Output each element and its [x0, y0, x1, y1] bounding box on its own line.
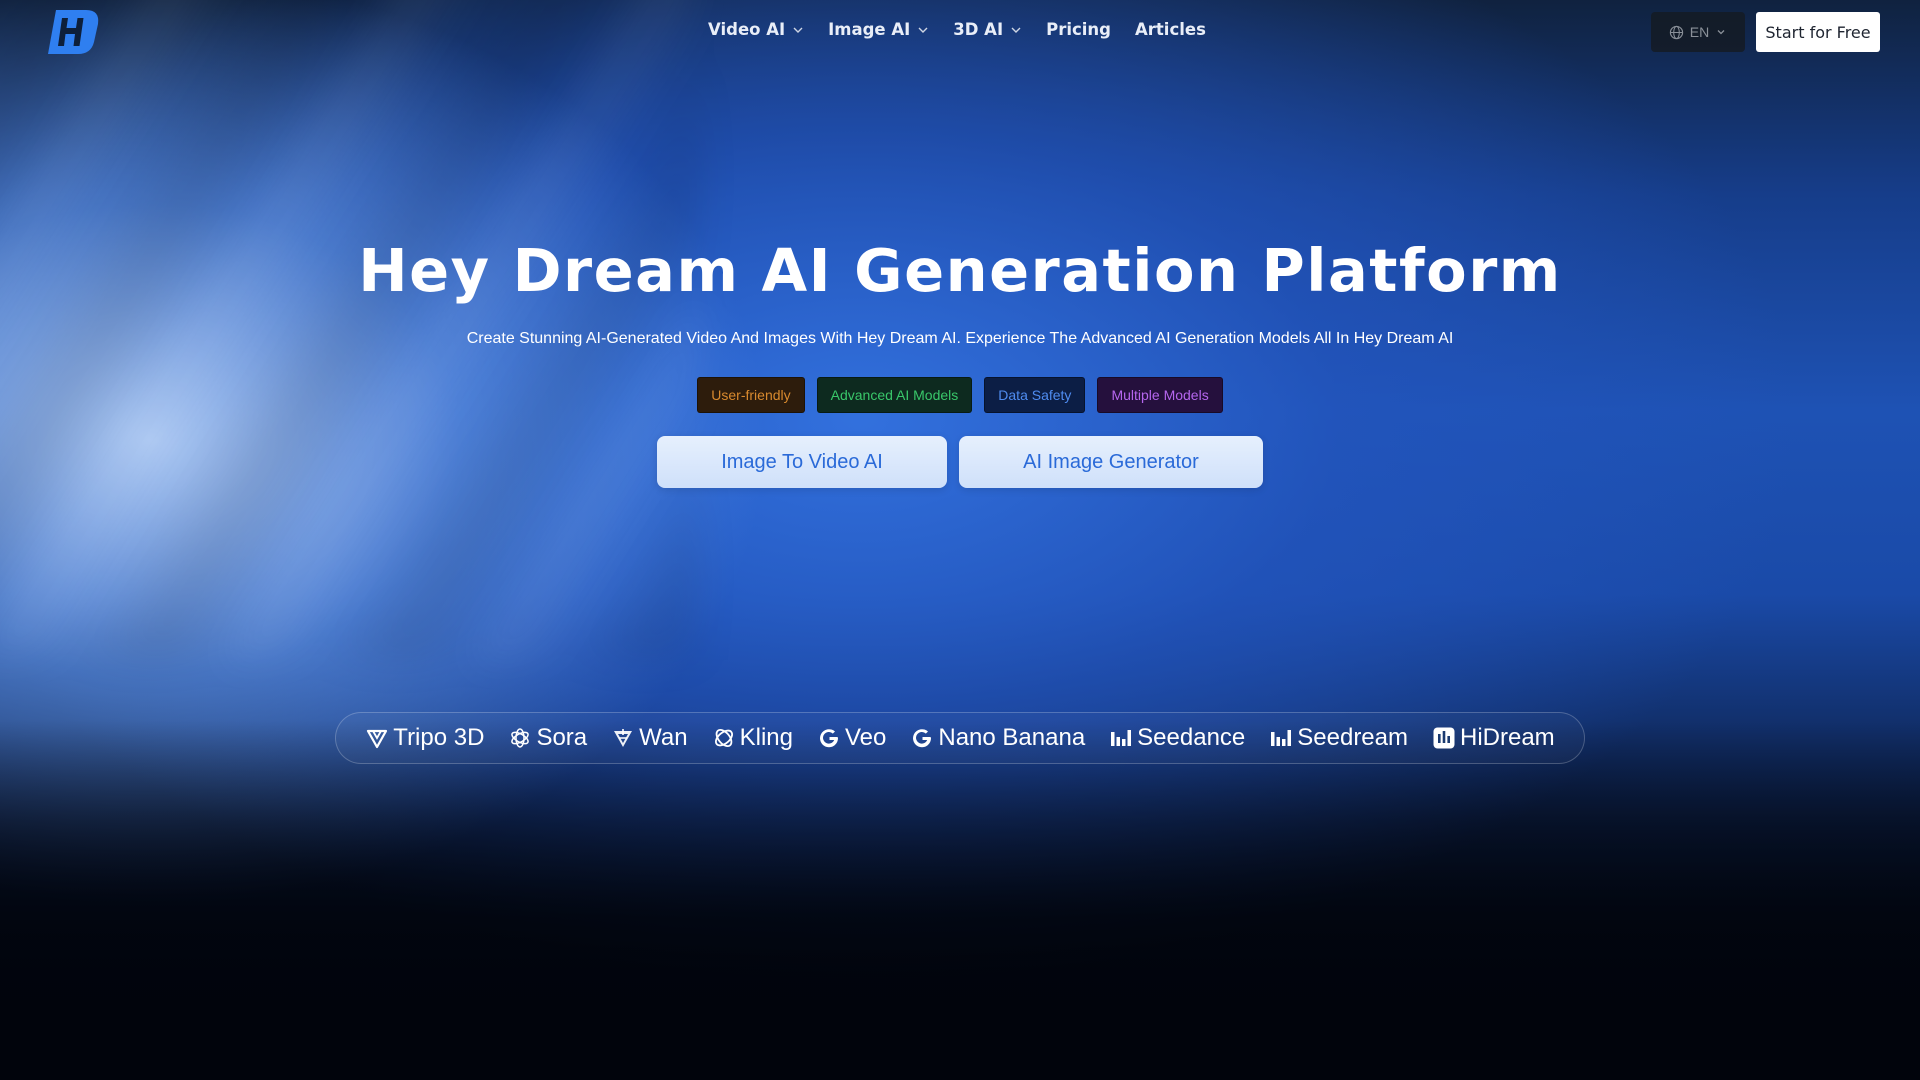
hero-subtitle: Create Stunning AI-Generated Video And I…: [466, 330, 1454, 347]
nav-3d-ai[interactable]: 3D AI: [953, 20, 1022, 39]
language-selector[interactable]: EN: [1651, 12, 1745, 52]
tag-multiple-models: Multiple Models: [1097, 377, 1223, 413]
nav-image-ai[interactable]: Image AI: [828, 20, 929, 39]
model-nano-banana[interactable]: Nano Banana: [910, 724, 1085, 752]
bytedance-icon: [1111, 730, 1132, 746]
wan-icon: [614, 729, 633, 747]
chevron-down-icon: [1717, 30, 1725, 35]
ai-image-generator-button[interactable]: AI Image Generator: [959, 436, 1263, 488]
start-for-free-button[interactable]: Start for Free: [1756, 12, 1880, 52]
feature-tags: User-friendly Advanced AI Models Data Sa…: [0, 377, 1920, 413]
model-name: Seedance: [1137, 724, 1246, 751]
main-nav: Video AI Image AI 3D AI Pricing Articles: [708, 20, 1206, 39]
tag-data-safety: Data Safety: [984, 377, 1086, 413]
model-name: Nano Banana: [938, 724, 1086, 751]
model-name: Wan: [639, 724, 688, 751]
model-kling[interactable]: Kling: [712, 724, 793, 752]
openai-icon: [511, 728, 530, 748]
model-seedance[interactable]: Seedance: [1109, 724, 1245, 752]
model-veo[interactable]: Veo: [817, 724, 886, 752]
nav-pricing-label: Pricing: [1046, 20, 1111, 39]
tripo-icon: [367, 729, 388, 749]
model-name: Tripo 3D: [393, 724, 485, 751]
chevron-down-icon: [793, 27, 803, 33]
landing-page: Video AI Image AI 3D AI Pricing Articles…: [0, 0, 1920, 1080]
hero-buttons: Image To Video AI AI Image Generator: [0, 436, 1920, 488]
model-hidream[interactable]: HiDream: [1432, 724, 1555, 752]
models-strip: Tripo 3D Sora Wan Kling Veo Nano Banana …: [335, 712, 1585, 764]
tag-advanced-ai-models: Advanced AI Models: [816, 377, 973, 413]
nav-image-ai-label: Image AI: [828, 20, 911, 39]
chevron-down-icon: [1011, 27, 1021, 33]
google-icon: [819, 729, 838, 748]
hidream-icon: [1433, 727, 1455, 749]
nav-3d-ai-label: 3D AI: [953, 20, 1004, 39]
hey-dream-logo-icon[interactable]: [46, 8, 100, 56]
model-name: Seedream: [1297, 724, 1408, 751]
model-sora[interactable]: Sora: [508, 724, 587, 752]
image-to-video-ai-button[interactable]: Image To Video AI: [657, 436, 947, 488]
globe-icon: [1669, 25, 1683, 39]
nav-video-ai[interactable]: Video AI: [708, 20, 804, 39]
google-icon: [913, 729, 932, 748]
model-name: Veo: [844, 724, 887, 751]
nav-articles-label: Articles: [1135, 20, 1206, 39]
model-name: Kling: [739, 724, 793, 751]
language-value: EN: [1689, 24, 1710, 40]
page-title: Hey Dream AI Generation Platform: [358, 236, 1562, 305]
tag-user-friendly: User-friendly: [697, 377, 805, 413]
nav-video-ai-label: Video AI: [708, 20, 786, 39]
nav-pricing[interactable]: Pricing: [1046, 20, 1111, 39]
model-tripo-3d[interactable]: Tripo 3D: [365, 724, 484, 752]
model-name: Sora: [536, 724, 588, 751]
model-wan[interactable]: Wan: [611, 724, 688, 752]
nav-articles[interactable]: Articles: [1135, 20, 1206, 39]
model-name: HiDream: [1460, 724, 1555, 751]
kling-icon: [714, 729, 733, 747]
bytedance-icon: [1271, 730, 1292, 746]
chevron-down-icon: [918, 27, 928, 33]
model-seedream[interactable]: Seedream: [1269, 724, 1408, 752]
